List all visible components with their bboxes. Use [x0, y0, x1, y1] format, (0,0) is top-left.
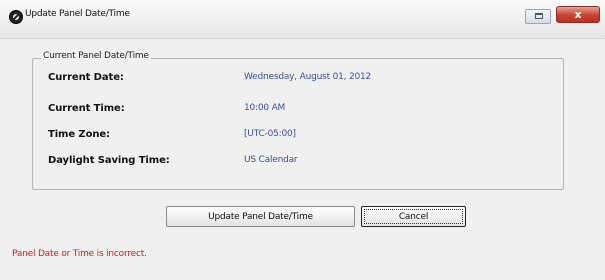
dialog-window: Update Panel Date/Time x Current Panel D…: [0, 0, 605, 280]
daylight-saving-value: US Calendar: [244, 155, 298, 165]
window-title: Update Panel Date/Time: [25, 9, 130, 19]
cancel-button[interactable]: Cancel: [361, 206, 466, 227]
time-zone-value: [UTC-05:00]: [244, 129, 296, 139]
current-date-label: Current Date:: [48, 72, 124, 83]
group-legend: Current Panel Date/Time: [41, 51, 151, 61]
current-date-value: Wednesday, August 01, 2012: [244, 72, 372, 82]
title-bar[interactable]: Update Panel Date/Time x: [0, 0, 605, 39]
restore-button[interactable]: [525, 9, 551, 24]
error-message: Panel Date or Time is incorrect.: [12, 249, 147, 259]
current-time-label: Current Time:: [48, 103, 125, 114]
update-panel-datetime-button[interactable]: Update Panel Date/Time: [166, 206, 355, 227]
time-zone-label: Time Zone:: [48, 129, 110, 140]
daylight-saving-label: Daylight Saving Time:: [48, 155, 170, 166]
restore-icon: [535, 13, 543, 19]
app-icon: [9, 10, 23, 24]
current-time-value: 10:00 AM: [244, 103, 286, 113]
close-button[interactable]: x: [556, 6, 600, 23]
